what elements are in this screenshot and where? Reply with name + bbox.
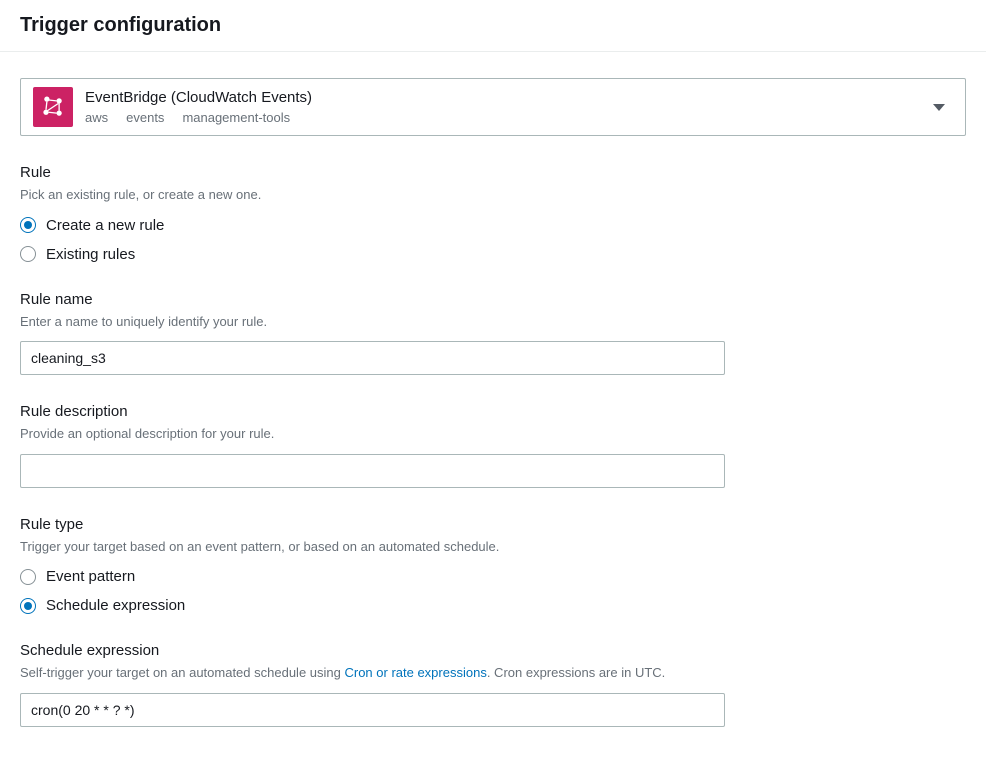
radio-create-new-rule[interactable]: Create a new rule [20, 217, 966, 234]
trigger-tag: events [126, 110, 164, 125]
rule-label: Rule [20, 164, 966, 181]
eventbridge-icon [33, 87, 73, 127]
hint-text-suffix: . Cron expressions are in UTC. [487, 665, 665, 680]
rule-type-radio-group: Event pattern Schedule expression [20, 568, 966, 614]
trigger-text: EventBridge (CloudWatch Events) aws even… [85, 89, 312, 125]
radio-icon [20, 246, 36, 262]
schedule-expression-hint: Self-trigger your target on an automated… [20, 663, 966, 683]
cron-rate-link[interactable]: Cron or rate expressions [344, 665, 486, 680]
trigger-tag: management-tools [182, 110, 290, 125]
schedule-expression-input[interactable] [20, 693, 725, 727]
rule-type-hint: Trigger your target based on an event pa… [20, 537, 966, 557]
trigger-title: EventBridge (CloudWatch Events) [85, 89, 312, 106]
trigger-tags: aws events management-tools [85, 110, 312, 125]
rule-description-label: Rule description [20, 403, 966, 420]
rule-description-field: Rule description Provide an optional des… [20, 403, 966, 488]
radio-existing-rules[interactable]: Existing rules [20, 246, 966, 263]
rule-name-input[interactable] [20, 341, 725, 375]
rule-description-hint: Provide an optional description for your… [20, 424, 966, 444]
schedule-expression-label: Schedule expression [20, 642, 966, 659]
page-title: Trigger configuration [20, 14, 966, 37]
rule-name-field: Rule name Enter a name to uniquely ident… [20, 291, 966, 376]
trigger-tag: aws [85, 110, 108, 125]
rule-description-input[interactable] [20, 454, 725, 488]
hint-text-prefix: Self-trigger your target on an automated… [20, 665, 344, 680]
radio-label: Event pattern [46, 568, 135, 585]
radio-label: Schedule expression [46, 597, 185, 614]
rule-hint: Pick an existing rule, or create a new o… [20, 185, 966, 205]
rule-name-label: Rule name [20, 291, 966, 308]
chevron-down-icon [933, 104, 945, 111]
trigger-select-left: EventBridge (CloudWatch Events) aws even… [33, 87, 312, 127]
rule-field: Rule Pick an existing rule, or create a … [20, 164, 966, 263]
rule-type-field: Rule type Trigger your target based on a… [20, 516, 966, 615]
rule-name-hint: Enter a name to uniquely identify your r… [20, 312, 966, 332]
radio-label: Existing rules [46, 246, 135, 263]
schedule-expression-field: Schedule expression Self-trigger your ta… [20, 642, 966, 727]
radio-icon [20, 569, 36, 585]
rule-type-label: Rule type [20, 516, 966, 533]
radio-schedule-expression[interactable]: Schedule expression [20, 597, 966, 614]
radio-label: Create a new rule [46, 217, 164, 234]
radio-icon [20, 217, 36, 233]
rule-radio-group: Create a new rule Existing rules [20, 217, 966, 263]
trigger-source-select[interactable]: EventBridge (CloudWatch Events) aws even… [20, 78, 966, 136]
radio-event-pattern[interactable]: Event pattern [20, 568, 966, 585]
page-header: Trigger configuration [0, 0, 986, 52]
radio-icon [20, 598, 36, 614]
content-area: EventBridge (CloudWatch Events) aws even… [0, 52, 986, 747]
